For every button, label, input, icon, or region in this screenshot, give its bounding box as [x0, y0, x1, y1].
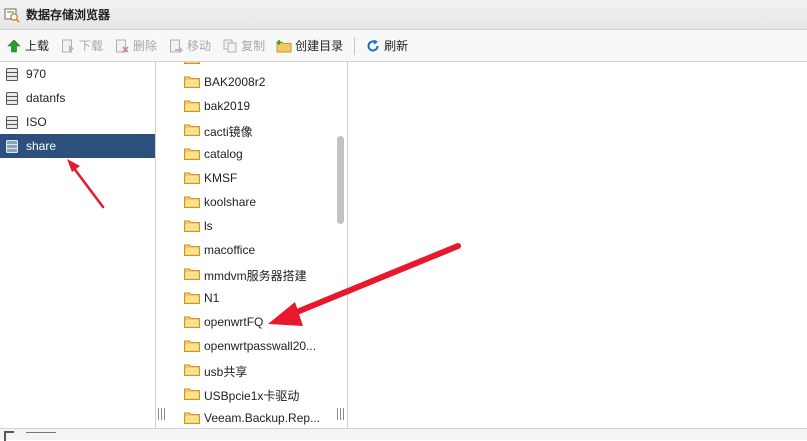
folder-icon [184, 363, 200, 377]
refresh-button[interactable]: 刷新 [365, 37, 408, 54]
folder-icon [184, 62, 200, 65]
copy-button[interactable]: 复制 [222, 37, 265, 54]
folder-icon [184, 99, 200, 113]
folder-label: koolshare [204, 195, 257, 209]
folder-icon [184, 339, 200, 353]
volume-label: 970 [26, 67, 47, 81]
volume-label: ISO [26, 115, 47, 129]
toolbar: 上载 下载 删除 移动 复制 创建目录 刷新 [0, 30, 807, 62]
folder-label: ls [204, 219, 213, 233]
folder-item[interactable]: catalog [156, 142, 336, 166]
datastore-icon [6, 115, 20, 129]
folder-list-viewport: bak2003r3 BAK2008r2 bak2019 cacti镜像 catalog K… [156, 62, 336, 428]
folder-icon [184, 411, 200, 425]
volume-list-pane: 970 datanfs ISO share [0, 62, 156, 428]
folder-item[interactable]: USBpcie1x卡驱动 [156, 382, 336, 406]
refresh-icon [365, 38, 381, 54]
folder-icon [184, 171, 200, 185]
folder-label: openwrtpasswall20... [204, 339, 317, 353]
volume-item-970[interactable]: 970 [0, 62, 155, 86]
folder-item[interactable]: bak2003r3 [156, 62, 336, 70]
folder-label: cacti镜像 [204, 125, 253, 139]
folder-item[interactable]: macoffice [156, 238, 336, 262]
status-line [26, 432, 56, 433]
folder-list-scrollbar[interactable] [336, 62, 347, 428]
folder-label: bak2019 [204, 99, 251, 113]
folder-icon [184, 147, 200, 161]
volume-item-share[interactable]: share [0, 134, 155, 158]
copy-icon [222, 38, 238, 54]
folder-item[interactable]: openwrtFQ [156, 310, 336, 334]
folder-item[interactable]: usb共享 [156, 358, 336, 382]
new-folder-icon [276, 38, 292, 54]
folder-item[interactable]: cacti镜像 [156, 118, 336, 142]
folder-item[interactable]: openwrtpasswall20... [156, 334, 336, 358]
folder-icon [184, 219, 200, 233]
move-button[interactable]: 移动 [168, 37, 211, 54]
folder-label: catalog [204, 147, 243, 161]
folder-label: KMSF [204, 171, 238, 185]
scrollbar-thumb[interactable] [337, 136, 344, 224]
toolbar-separator [354, 36, 356, 55]
folder-item[interactable]: ls [156, 214, 336, 238]
folder-item[interactable]: N1 [156, 286, 336, 310]
datastore-icon [6, 91, 20, 105]
folder-item[interactable]: KMSF [156, 166, 336, 190]
volume-item-datanfs[interactable]: datanfs [0, 86, 155, 110]
folder-icon [184, 123, 200, 137]
volume-label: datanfs [26, 91, 66, 105]
folder-item[interactable]: mmdvm服务器搭建 [156, 262, 336, 286]
folder-icon [184, 195, 200, 209]
folder-icon [184, 75, 200, 89]
folder-label: bak2003r3 [204, 62, 332, 65]
folder-item[interactable]: BAK2008r2 [156, 70, 336, 94]
folder-label: N1 [204, 291, 220, 305]
volume-item-iso[interactable]: ISO [0, 110, 155, 134]
storage-browser-icon [4, 7, 20, 23]
volume-label: share [26, 139, 57, 153]
download-icon [60, 38, 76, 54]
left-pane-resize-grip[interactable] [158, 408, 168, 420]
folder-label: mmdvm服务器搭建 [204, 269, 307, 283]
folder-label: usb共享 [204, 365, 248, 379]
folder-item[interactable]: koolshare [156, 190, 336, 214]
folder-item[interactable]: bak2019 [156, 94, 336, 118]
datastore-icon [6, 139, 20, 153]
window-title: 数据存储浏览器 [26, 8, 111, 22]
window-titlebar: 数据存储浏览器 [0, 0, 807, 30]
folder-list-pane: bak2003r3 BAK2008r2 bak2019 cacti镜像 catalog K… [156, 62, 348, 428]
folder-label: macoffice [204, 243, 256, 257]
folder-icon [184, 243, 200, 257]
folder-list: bak2003r3 BAK2008r2 bak2019 cacti镜像 catalog K… [156, 62, 336, 428]
status-bar [0, 428, 807, 441]
move-icon [168, 38, 184, 54]
folder-icon [184, 387, 200, 401]
upload-arrow-icon [6, 38, 22, 54]
datastore-icon [6, 67, 20, 81]
folder-label: Veeam.Backup.Rep... [204, 411, 321, 425]
create-directory-button[interactable]: 创建目录 [276, 37, 343, 54]
delete-icon [114, 38, 130, 54]
folder-icon [184, 291, 200, 305]
folder-label: BAK2008r2 [204, 75, 266, 89]
file-detail-pane [348, 62, 807, 428]
download-button[interactable]: 下载 [60, 37, 103, 54]
upload-button[interactable]: 上载 [6, 37, 49, 54]
folder-icon [184, 267, 200, 281]
folder-label: openwrtFQ [204, 315, 264, 329]
folder-icon [184, 315, 200, 329]
middle-pane-resize-grip[interactable] [337, 408, 347, 420]
delete-button[interactable]: 删除 [114, 37, 157, 54]
folder-label: USBpcie1x卡驱动 [204, 389, 300, 403]
folder-item[interactable]: Veeam.Backup.Rep... [156, 406, 336, 428]
